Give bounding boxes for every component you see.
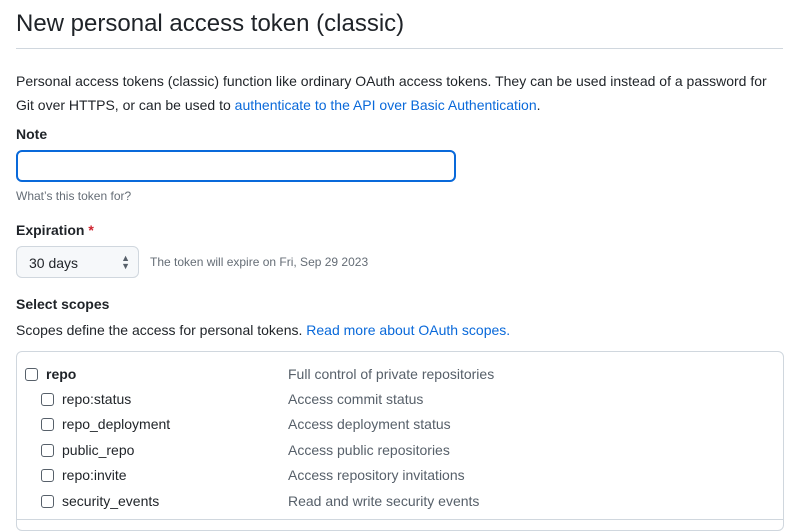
scope-name: public_repo (62, 442, 135, 458)
scope-row[interactable]: security_events (41, 491, 159, 511)
scope-name: repo (46, 366, 77, 382)
scope-desc: Full control of private repositories (288, 366, 495, 382)
scope-row[interactable]: repo:invite (41, 465, 127, 485)
scopes-label: Select scopes (16, 296, 110, 312)
scope-name: security_events (62, 493, 160, 509)
expiration-info: The token will expire on Fri, Sep 29 202… (150, 255, 369, 269)
scope-row[interactable]: public_repo (41, 440, 134, 460)
expiration-label-text: Expiration (16, 222, 85, 238)
divider (16, 48, 783, 49)
scope-name: repo:status (62, 391, 132, 407)
required-mark: * (88, 222, 94, 238)
intro-end: . (536, 97, 541, 113)
checkbox[interactable] (41, 392, 54, 406)
checkbox[interactable] (41, 494, 54, 508)
select-arrows-icon: ▲ ▼ (121, 253, 130, 271)
expiration-label: Expiration * (16, 222, 94, 238)
basic-auth-link[interactable]: authenticate to the API over Basic Authe… (235, 97, 537, 113)
scope-name: repo:invite (62, 467, 127, 483)
scope-row-repo[interactable]: repo (25, 364, 76, 384)
scope-desc: Access public repositories (288, 442, 450, 458)
scope-desc: Read and write security events (288, 493, 480, 509)
scope-desc: Access repository invitations (288, 467, 465, 483)
scope-row[interactable]: repo_deployment (41, 414, 170, 434)
oauth-scopes-link[interactable]: Read more about OAuth scopes. (306, 322, 510, 338)
intro-text: Personal access tokens (classic) functio… (16, 69, 786, 117)
checkbox[interactable] (41, 443, 54, 457)
checkbox[interactable] (25, 367, 38, 381)
note-input[interactable] (16, 150, 456, 182)
checkbox[interactable] (41, 417, 54, 431)
scope-desc: Access deployment status (288, 416, 451, 432)
expiration-select[interactable]: 30 days ▲ ▼ (16, 246, 139, 278)
expiration-value: 30 days (29, 255, 79, 271)
scopes-text: Scopes define the access for personal to… (16, 322, 510, 338)
page-title: New personal access token (classic) (16, 10, 405, 37)
scopes-desc: Scopes define the access for personal to… (16, 322, 307, 338)
note-label: Note (16, 126, 48, 142)
scope-row[interactable]: repo:status (41, 389, 131, 409)
scope-divider (17, 519, 783, 520)
checkbox[interactable] (41, 468, 54, 482)
note-hint: What’s this token for? (16, 189, 132, 203)
scope-desc: Access commit status (288, 391, 424, 407)
scope-name: repo_deployment (62, 416, 171, 432)
